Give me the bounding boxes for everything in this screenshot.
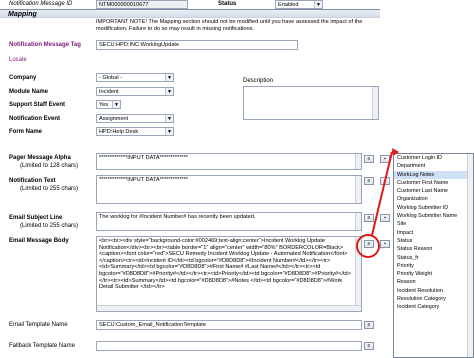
email-body-label: Email Message Body xyxy=(9,238,69,244)
field-picker-item[interactable]: Department xyxy=(394,162,473,170)
annotation-arrow-head xyxy=(392,148,399,156)
description-scrollbar[interactable] xyxy=(372,87,378,119)
email-subject-value: The worklog for #Incident Number# has re… xyxy=(99,214,256,220)
email-template-label: Email Template Name xyxy=(9,322,68,328)
module-select[interactable]: Incident ▼ xyxy=(96,87,174,96)
pager-hint: (Limited to 128 chars) xyxy=(20,163,79,169)
notification-text-hint: (Limited to 255 chars) xyxy=(20,186,79,192)
module-value: Incident xyxy=(99,89,119,95)
email-body-hscrollbar[interactable] xyxy=(97,305,361,311)
chevron-down-icon[interactable]: ▼ xyxy=(165,88,173,95)
field-picker-item[interactable]: Impact xyxy=(394,229,473,237)
field-picker-item[interactable]: Worklog Submitter Name xyxy=(394,212,473,220)
field-picker-item[interactable]: Status Reason xyxy=(394,245,473,253)
field-picker-item[interactable]: Organization xyxy=(394,195,473,203)
form-select[interactable]: HPD:Help Desk ▼ xyxy=(96,127,174,136)
description-field[interactable] xyxy=(243,86,379,120)
field-picker-item[interactable]: WorkLog Notes xyxy=(394,170,473,179)
field-picker-item[interactable]: Priority xyxy=(394,262,473,270)
field-picker-item[interactable]: Customer Login ID xyxy=(394,154,473,162)
mapping-section-title: Mapping xyxy=(8,11,37,18)
field-picker-item[interactable]: Priority Weight xyxy=(394,270,473,278)
support-staff-value: Yes xyxy=(99,102,109,108)
event-label: Notification Event xyxy=(9,116,61,122)
notification-text-field[interactable]: *************INPUT DATA************* xyxy=(96,175,362,204)
notification-text-label: Notification Text xyxy=(9,178,56,184)
notification-id-label: Notification Message ID xyxy=(9,1,73,7)
field-picker-item[interactable]: Reason xyxy=(394,278,473,286)
email-body-value: <br><br><div style="background-color:#00… xyxy=(99,238,351,291)
module-label: Module Name xyxy=(9,89,49,95)
field-picker-scrollbar[interactable] xyxy=(467,154,473,357)
company-select[interactable]: - Global - ▼ xyxy=(96,73,174,82)
tag-label: Notification Message Tag xyxy=(9,42,81,48)
chevron-down-icon[interactable]: ▼ xyxy=(314,1,322,8)
email-subject-hint: (Limited to 255 chars) xyxy=(20,223,79,229)
pager-field[interactable]: *************INPUT DATA************* xyxy=(96,153,362,170)
chevron-down-icon[interactable]: ▼ xyxy=(165,115,173,122)
annotation-arrow-line xyxy=(371,151,393,236)
field-picker-item[interactable]: Worklog Submitter ID xyxy=(394,204,473,212)
field-picker-item[interactable]: Incident Resolution xyxy=(394,287,473,295)
field-picker-item[interactable]: Site xyxy=(394,220,473,228)
annotation-overlay xyxy=(356,148,399,258)
mapping-section-header[interactable]: Mapping xyxy=(0,9,380,18)
annotation-circle xyxy=(356,234,380,258)
email-body-field[interactable]: <br><br><div style="background-color:#00… xyxy=(96,236,362,312)
chevron-down-icon[interactable]: ▼ xyxy=(165,74,173,81)
tag-value: SECU:HPD:INC:WorklogUpdate xyxy=(99,42,180,48)
pager-value: *************INPUT DATA************* xyxy=(99,155,188,161)
mapping-important-note: IMPORTANT NOTE! The Mapping section shou… xyxy=(96,19,363,32)
fallback-template-label: Fallback Template Name xyxy=(9,343,75,349)
field-picker-item[interactable]: Resolution Category xyxy=(394,295,473,303)
tag-field[interactable]: SECU:HPD:INC:WorklogUpdate xyxy=(96,40,298,50)
status-label: Status xyxy=(218,1,237,7)
email-template-value: SECU:Custom_Email_NotificationTemplate xyxy=(99,322,206,328)
notification-id-field: NTM000000010677 xyxy=(96,0,188,9)
field-picker-item[interactable]: Incident Category xyxy=(394,303,473,311)
company-label: Company xyxy=(9,75,37,81)
chevron-down-icon[interactable]: ▼ xyxy=(165,128,173,135)
field-picker-item[interactable]: Customer First Name xyxy=(394,179,473,187)
fallback-template-field[interactable] xyxy=(96,341,362,351)
fallback-template-menu-button[interactable]: ≡ xyxy=(364,342,374,350)
field-picker-item[interactable]: Status xyxy=(394,237,473,245)
locale-label: Locale xyxy=(9,57,27,63)
description-label: Description xyxy=(243,78,274,84)
support-staff-select[interactable]: Yes ▼ xyxy=(96,100,121,109)
menu-icon: ≡ xyxy=(367,343,371,349)
email-template-field[interactable]: SECU:Custom_Email_NotificationTemplate xyxy=(96,320,362,330)
event-select[interactable]: Assignment ▼ xyxy=(96,114,174,123)
notification-text-value: *************INPUT DATA************* xyxy=(99,177,188,183)
field-picker-item[interactable]: Customer Last Name xyxy=(394,187,473,195)
form-value: HPD:Help Desk xyxy=(99,129,139,135)
menu-icon: ≡ xyxy=(367,322,371,328)
field-picker-item[interactable]: Status_fr xyxy=(394,254,473,262)
chevron-down-icon[interactable]: ▼ xyxy=(112,101,120,108)
form-label: Form Name xyxy=(9,129,43,135)
email-subject-field[interactable]: The worklog for #Incident Number# has re… xyxy=(96,212,362,231)
email-template-menu-button[interactable]: ≡ xyxy=(364,321,374,329)
pager-label: Pager Message Alpha xyxy=(9,155,71,161)
support-staff-label: Support Staff Event xyxy=(9,102,66,108)
email-subject-label: Email Subject Line xyxy=(9,215,63,221)
field-picker-list[interactable]: Customer Login ID Department WorkLog Notes… xyxy=(393,153,474,358)
status-select[interactable]: Enabled ▼ xyxy=(275,0,323,9)
event-value: Assignment xyxy=(99,116,129,122)
status-value: Enabled xyxy=(278,2,299,8)
company-value: - Global - xyxy=(99,75,123,81)
